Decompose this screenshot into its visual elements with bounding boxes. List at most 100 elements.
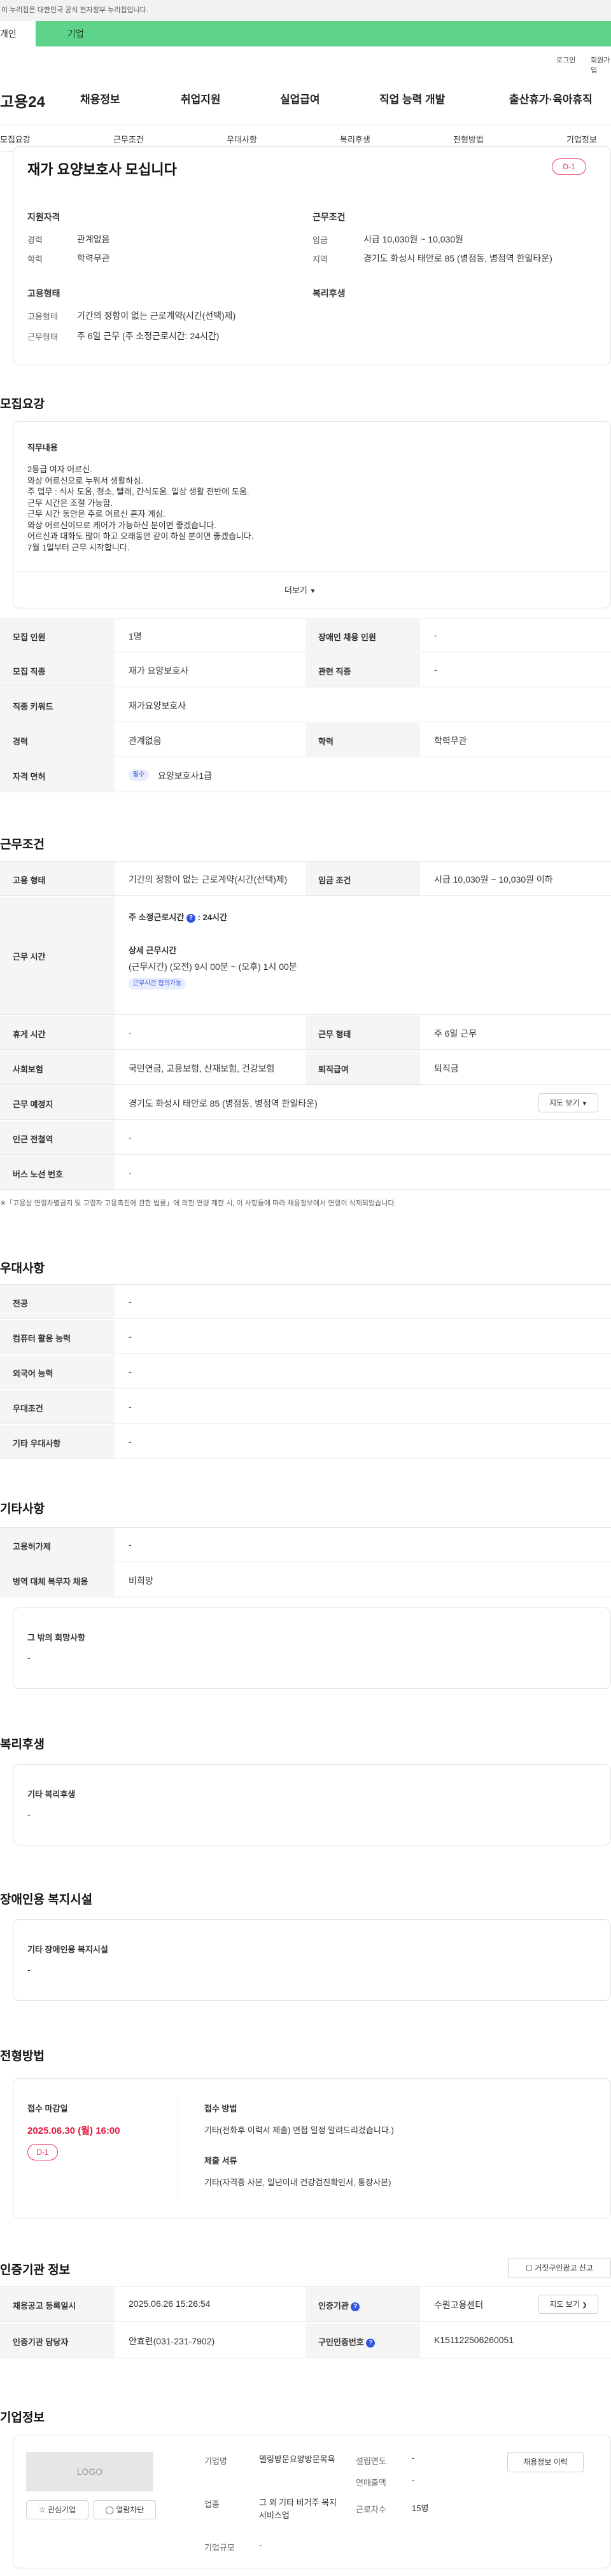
agency-map-button[interactable]: 지도 보기 ❯ (538, 2295, 598, 2314)
age-note: ※「고용상 연령차별금지 및 고령자 고용촉진에 관한 법률」에 의한 연령 제… (0, 1200, 397, 1207)
site-logo[interactable]: 고용24 (0, 89, 45, 111)
license-label: 자격 면허 (0, 758, 115, 792)
gov-notice: 이 누리집은 대한민국 공식 전자정부 누리집입니다. (0, 0, 611, 21)
duty-line: 근무 시간은 조절 가능함. (27, 498, 113, 508)
login-link[interactable]: 로그인 (556, 55, 575, 65)
pref-value: - (129, 1401, 132, 1411)
form-label: 근무 형태 (306, 1016, 420, 1049)
reqno-value: K151122506260051 (434, 2335, 514, 2345)
etc-label: 고용허가제 (0, 1528, 115, 1562)
edu-value-2: 학력무관 (434, 736, 467, 746)
job-value: 재가 요양보호사 (129, 666, 189, 676)
nav-conditions[interactable]: 근무조건 (113, 133, 144, 145)
history-button[interactable]: 채용정보 이력 (507, 2452, 584, 2472)
nav-welfare[interactable]: 복리후생 (340, 133, 370, 145)
pref-label: 기타 우대사항 (0, 1425, 115, 1459)
table-row: 고용 형태 기간의 정함이 없는 근로계약(시간(선택)제) 임금 조건 시급 … (0, 862, 611, 896)
table-row: 전공 - (0, 1285, 611, 1319)
welfare-box-value: - (27, 1809, 31, 1819)
table-row: 고용허가제 - (0, 1528, 611, 1562)
pref-label: 컴퓨터 활용 능력 (0, 1320, 115, 1354)
favorite-button[interactable]: ☆ 관심기업 (26, 2500, 88, 2519)
pref-label: 우대조건 (0, 1390, 115, 1424)
emptype-value: 기간의 정함이 없는 근로계약(시간(선택)제) (77, 311, 236, 321)
help-icon[interactable]: ? (351, 2302, 360, 2311)
rest-value: - (129, 1027, 132, 1037)
wish-value: - (27, 1653, 31, 1663)
block-button[interactable]: ◯ 열람차단 (94, 2500, 156, 2519)
more-label: 더보기 (284, 585, 307, 595)
table-row: 근무 시간 주 소정근로시간 ? : 24시간 상세 근무시간 (근무시간) (… (0, 897, 611, 1015)
gnb-item-unemployment[interactable]: 실업급여 (280, 90, 320, 106)
region-value: 경기도 화성시 태안로 85 (병점동, 병점역 한일타운) (363, 253, 552, 263)
job-title: 재가 요양보호사 모십니다 (27, 162, 177, 178)
job-label: 모집 직종 (0, 653, 115, 687)
wage-value: 시급 10,030원 ~ 10,030원 (363, 234, 464, 244)
nav-recruit[interactable]: 모집요강 (0, 133, 31, 145)
etc-label: 병역 대체 복무자 채용 (0, 1563, 115, 1597)
region-label: 지역 (313, 255, 328, 264)
more-button[interactable]: 더보기 ▼ (284, 584, 316, 596)
pref-value: - (129, 1436, 132, 1446)
name-label: 기업명 (204, 2456, 227, 2466)
gnb-item-employment-support[interactable]: 취업지원 (181, 90, 221, 106)
etc-value: 비희망 (129, 1576, 153, 1586)
required-chip: 필수 (129, 769, 149, 781)
subway-value: - (129, 1132, 132, 1142)
manager-label: 인증기관 담당자 (0, 2323, 115, 2358)
welfare-card: 기타 복리후생 - (13, 1764, 611, 1845)
gnb-item-training[interactable]: 직업 능력 개발 (379, 90, 445, 106)
map-button[interactable]: 지도 보기 ▼ (538, 1093, 598, 1112)
hours-label: 근무 시간 (0, 897, 115, 1014)
duty-line: 2등급 여자 어르신. (27, 465, 92, 474)
gnb-item-parental-leave[interactable]: 출산휴가·육아휴직 (509, 90, 593, 106)
report-button[interactable]: ☐ 거짓구인광고 신고 (508, 2258, 611, 2278)
help-icon[interactable]: ? (186, 913, 195, 923)
facility-box-value: - (27, 1964, 31, 1975)
nav-company[interactable]: 기업정보 (566, 133, 597, 145)
duty-line: 근무 시간 동안은 주로 어르신 혼자 계심. (27, 509, 165, 519)
screening-section-title: 전형방법 (0, 2050, 45, 2063)
favorite-label: 관심기업 (47, 2505, 76, 2514)
regdate-label: 채용공고 등록일시 (0, 2286, 115, 2321)
nav-preference[interactable]: 우대사항 (227, 133, 257, 145)
pref-section-title: 우대사항 (0, 1262, 45, 1275)
agency-label-text: 인증기관 (318, 2301, 349, 2311)
duty-title: 직무내용 (27, 443, 58, 452)
welfare-title: 복리후생 (313, 288, 346, 298)
career-value-2: 관계없음 (129, 736, 162, 746)
worktype-label: 근무형태 (27, 332, 58, 342)
work-section-title: 근무조건 (0, 838, 45, 851)
gnb-item-jobs[interactable]: 채용정보 (80, 90, 120, 106)
staff-label: 근로자수 (356, 2505, 386, 2514)
nego-chip: 근무시간 협의가능 (129, 978, 186, 990)
related-value: - (434, 664, 437, 675)
regdate-value: 2025.06.26 15:26:54 (129, 2299, 211, 2309)
join-link[interactable]: 회원가입 (591, 55, 611, 75)
nav-screening[interactable]: 전형방법 (453, 133, 484, 145)
qual-title: 지원자격 (27, 212, 60, 222)
help-icon[interactable]: ? (366, 2338, 376, 2348)
weekly-hours: 주 소정근로시간 ? : 24시간 (129, 911, 227, 923)
manager-value: 안효련(031-231-7902) (129, 2336, 215, 2346)
tab-business[interactable]: 기업 (36, 21, 611, 46)
tab-person[interactable]: 개인 (0, 21, 36, 46)
table-row: 병역 대체 복무자 채용 비희망 (0, 1563, 611, 1597)
deadline-value: 2025.06.30 (월) 16:00 (27, 2125, 120, 2136)
detail-hours-value: (근무시간) (오전) 9시 00분 ~ (오후) 1시 00분 (129, 962, 297, 972)
wage-condition-value: 시급 10,030원 ~ 10,030원 이하 (434, 874, 553, 885)
table-row: 컴퓨터 활용 능력 - (0, 1320, 611, 1354)
pref-value: - (129, 1296, 132, 1306)
reqno-label-text: 구인인증번호 (318, 2337, 364, 2347)
pref-label: 전공 (0, 1285, 115, 1319)
agency-value: 수원고용센터 (434, 2300, 484, 2310)
place-value: 경기도 화성시 태안로 85 (병점동, 병점역 한일타운) (129, 1098, 318, 1109)
duty-line: 와상 어르신으로 누워서 생활하심. (27, 475, 143, 486)
report-icon: ☐ (526, 2264, 533, 2272)
company-logo: LOGO (26, 2452, 153, 2491)
duty-text: 2등급 여자 어르신. 와상 어르신으로 누워서 생활하심. 주 업무 : 식사… (27, 464, 253, 553)
emptype-value-2: 기간의 정함이 없는 근로계약(시간(선택)제) (129, 874, 288, 885)
place-label: 근무 예정지 (0, 1086, 115, 1119)
career-label: 경력 (27, 235, 43, 245)
bus-value: - (129, 1167, 132, 1177)
